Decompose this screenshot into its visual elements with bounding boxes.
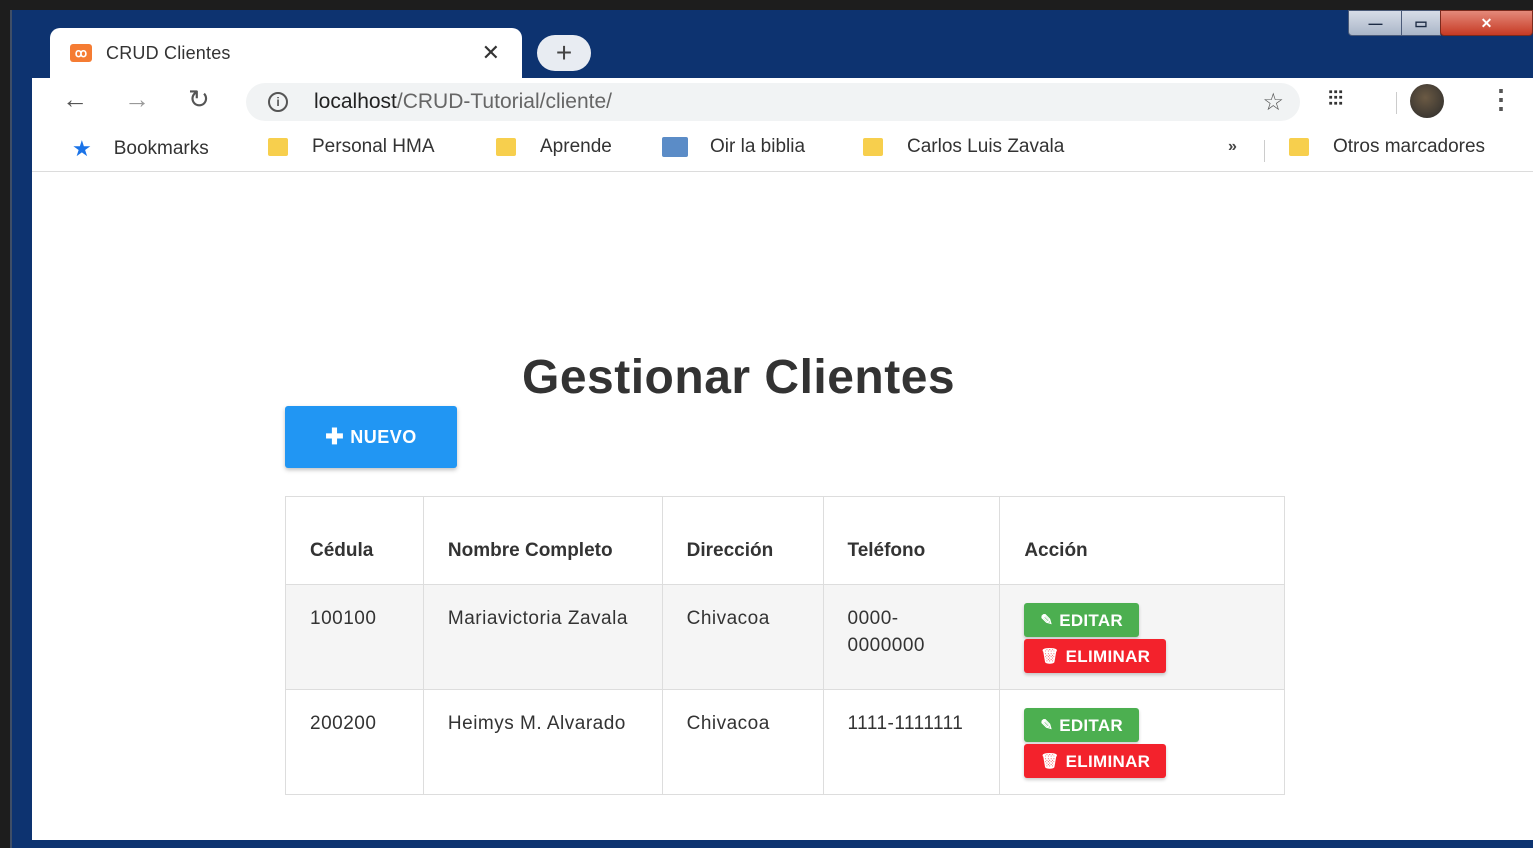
bookmark-personal-hma[interactable]: Personal HMA	[268, 136, 435, 158]
reload-icon[interactable]: ↻	[188, 84, 210, 115]
back-arrow-icon[interactable]: ←	[62, 84, 88, 115]
header-telefono: Teléfono	[822, 496, 1001, 585]
bookmark-bookmarks[interactable]: ★ Bookmarks	[72, 136, 209, 162]
delete-button[interactable]: 🗑 ELIMINAR	[1024, 744, 1167, 778]
close-window-button[interactable]: ✕	[1440, 10, 1533, 36]
folder-icon	[1289, 138, 1309, 156]
bookmark-oir-la-biblia[interactable]: Oir la biblia	[662, 136, 805, 158]
bookmark-label: Oir la biblia	[710, 136, 806, 157]
star-icon: ★	[72, 136, 92, 161]
delete-button[interactable]: 🗑 ELIMINAR	[1024, 639, 1167, 673]
forward-arrow-icon[interactable]: →	[124, 84, 150, 115]
maximize-button[interactable]: ▭	[1401, 10, 1441, 36]
cell-cedula: 100100	[285, 584, 424, 690]
bookmark-aprende[interactable]: Aprende	[496, 136, 612, 158]
bookmark-label: Otros marcadores	[1333, 136, 1486, 157]
tab-crud-clientes[interactable]: ꝏ CRUD Clientes ✕	[50, 28, 522, 78]
delete-label: ELIMINAR	[1065, 751, 1151, 771]
edit-icon: ✎	[1040, 716, 1054, 734]
table-header-row: Cédula Nombre Completo Dirección Teléfon…	[285, 496, 1285, 585]
url-path: /CRUD-Tutorial/cliente/	[396, 90, 612, 113]
browser-window: ꝏ CRUD Clientes ✕ + — ▭ ✕ ← → ↻ i localh…	[10, 10, 1533, 848]
new-tab-button[interactable]: +	[537, 35, 591, 71]
bookmarks-bar: ★ Bookmarks Personal HMA Aprende Oir la …	[32, 124, 1533, 172]
edit-button[interactable]: ✎ EDITAR	[1024, 708, 1140, 742]
plus-icon: ✚	[325, 424, 345, 449]
page-content: Gestionar Clientes ✚ NUEVO Cédula Nombre…	[32, 172, 1533, 840]
browser-menu-icon[interactable]: ⋮	[1488, 84, 1514, 115]
edit-label: EDITAR	[1059, 715, 1124, 735]
bookmark-star-icon[interactable]: ☆	[1262, 88, 1284, 117]
profile-avatar[interactable]	[1410, 84, 1444, 118]
url-host: localhost	[314, 90, 397, 113]
bookmark-label: Personal HMA	[312, 136, 435, 157]
bookmark-label: Carlos Luis Zavala	[907, 136, 1065, 157]
edit-label: EDITAR	[1059, 610, 1124, 630]
cell-telefono: 0000-0000000	[822, 584, 1001, 690]
header-cedula: Cédula	[285, 496, 424, 585]
tab-strip: ꝏ CRUD Clientes ✕ +	[12, 10, 1533, 78]
page-title: Gestionar Clientes	[522, 351, 956, 404]
web-app-icon	[662, 137, 688, 157]
cell-nombre: Heimys M. Alvarado	[422, 689, 663, 795]
cell-direccion: Chivacoa	[661, 689, 824, 795]
delete-label: ELIMINAR	[1065, 646, 1151, 666]
folder-icon	[496, 138, 516, 156]
folder-icon	[268, 138, 288, 156]
bookmark-label: Aprende	[540, 136, 612, 157]
xampp-favicon-icon: ꝏ	[70, 44, 92, 62]
extension-equalizer-icon[interactable]: ⫶⫶⫶	[1328, 88, 1343, 111]
cell-telefono: 1111-1111111	[822, 689, 1001, 795]
clients-table: Cédula Nombre Completo Dirección Teléfon…	[285, 496, 1285, 795]
cell-nombre: Mariavictoria Zavala	[422, 584, 663, 690]
trash-icon: 🗑	[1040, 647, 1060, 665]
folder-icon	[863, 138, 883, 156]
minimize-button[interactable]: —	[1348, 10, 1403, 36]
table-row: 200200 Heimys M. Alvarado Chivacoa 1111-…	[285, 689, 1285, 795]
bookmark-carlos-luis-zavala[interactable]: Carlos Luis Zavala	[863, 136, 1064, 158]
header-accion: Acción	[999, 496, 1285, 585]
cell-cedula: 200200	[285, 689, 424, 795]
table-row: 100100 Mariavictoria Zavala Chivacoa 000…	[285, 584, 1285, 690]
edit-icon: ✎	[1040, 611, 1054, 629]
bookmark-label: Bookmarks	[113, 138, 209, 159]
browser-toolbar: ← → ↻ i localhost/CRUD-Tutorial/cliente/…	[32, 78, 1533, 124]
bookmarks-divider	[1264, 140, 1265, 162]
address-bar[interactable]: i localhost/CRUD-Tutorial/cliente/ ☆	[246, 83, 1300, 121]
window-controls: — ▭ ✕	[1333, 10, 1533, 38]
header-nombre: Nombre Completo	[422, 496, 663, 585]
edit-button[interactable]: ✎ EDITAR	[1024, 603, 1140, 637]
new-button-label: NUEVO	[350, 426, 417, 447]
bookmarks-overflow-icon[interactable]: »	[1228, 138, 1237, 156]
toolbar-divider	[1396, 92, 1397, 114]
bookmark-otros-marcadores[interactable]: Otros marcadores	[1289, 136, 1485, 158]
header-direccion: Dirección	[661, 496, 824, 585]
close-tab-icon[interactable]: ✕	[482, 40, 500, 66]
new-client-button[interactable]: ✚ NUEVO	[285, 406, 457, 468]
trash-icon: 🗑	[1040, 752, 1060, 770]
url-text[interactable]: localhost/CRUD-Tutorial/cliente/	[314, 90, 612, 114]
tab-title: CRUD Clientes	[106, 42, 231, 63]
cell-accion: ✎ EDITAR 🗑 ELIMINAR	[999, 584, 1285, 690]
info-icon[interactable]: i	[268, 92, 288, 112]
cell-direccion: Chivacoa	[661, 584, 824, 690]
cell-accion: ✎ EDITAR 🗑 ELIMINAR	[999, 689, 1285, 795]
